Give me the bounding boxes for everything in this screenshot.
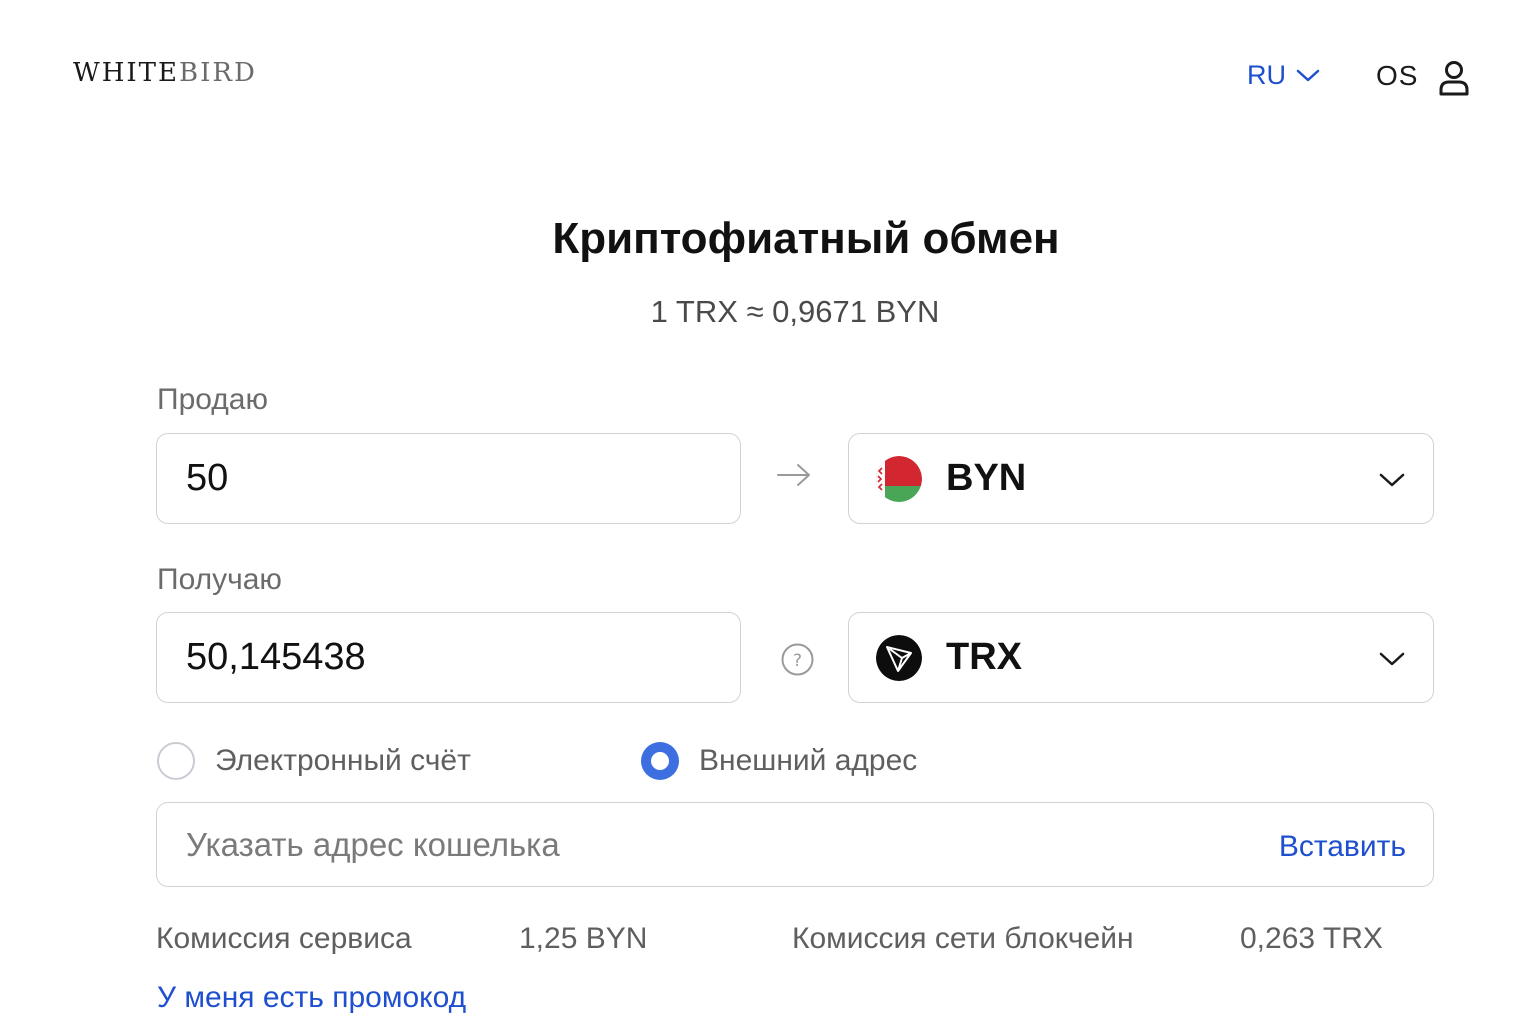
wallet-address-placeholder: Указать адрес кошелька (186, 825, 560, 863)
paste-button[interactable]: Вставить (1279, 830, 1406, 864)
user-initials[interactable]: OS (1376, 60, 1418, 92)
chevron-down-icon (1379, 652, 1405, 666)
radio-external-address[interactable]: Внешний адрес (641, 742, 917, 780)
exchange-rate: 1 TRX ≈ 0,9671 BYN (650, 294, 940, 329)
language-selector[interactable]: RU (1247, 60, 1320, 91)
receive-label: Получаю (157, 563, 282, 596)
language-label: RU (1247, 60, 1286, 90)
chevron-down-icon (1379, 473, 1405, 487)
sell-amount-input[interactable]: 50 (156, 433, 741, 524)
receive-currency-code: TRX (946, 636, 1022, 678)
whitebird-logo[interactable]: WHITEBIRD (73, 58, 257, 88)
help-question-icon[interactable]: ? (781, 643, 814, 676)
sell-label: Продаю (157, 383, 268, 416)
radio-external-address-label: Внешний адрес (699, 744, 918, 777)
radio-unchecked-icon (157, 742, 195, 780)
radio-electronic-account-label: Электронный счёт (215, 744, 471, 777)
service-fee-label: Комиссия сервиса (156, 922, 412, 955)
sell-amount-value: 50 (186, 457, 229, 499)
network-fee-value: 0,263 TRX (1240, 922, 1383, 955)
sell-currency-code: BYN (946, 457, 1027, 499)
service-fee-value: 1,25 BYN (519, 922, 648, 955)
radio-electronic-account[interactable]: Электронный счёт (157, 742, 471, 780)
wallet-address-input[interactable]: Указать адрес кошелька Вставить (156, 802, 1434, 887)
promo-code-link[interactable]: У меня есть промокод (157, 981, 466, 1015)
tron-logo-icon (876, 634, 922, 681)
sell-currency-select[interactable]: BYN (848, 433, 1434, 524)
receive-currency-select[interactable]: TRX (848, 612, 1434, 703)
logo-text-white: WHITE (73, 58, 179, 88)
logo-text-bird: BIRD (179, 58, 257, 88)
receive-amount-value: 50,145438 (186, 636, 366, 678)
svg-text:?: ? (793, 651, 802, 671)
user-icon[interactable] (1438, 60, 1470, 96)
arrow-right-icon (777, 464, 810, 486)
chevron-down-icon (1296, 69, 1320, 81)
belarus-flag-icon (876, 455, 922, 502)
network-fee-label: Комиссия сети блокчейн (792, 922, 1134, 955)
radio-checked-icon (641, 742, 679, 780)
receive-amount-input[interactable]: 50,145438 (156, 612, 741, 703)
page-title: Криптофиатный обмен (552, 214, 1060, 263)
